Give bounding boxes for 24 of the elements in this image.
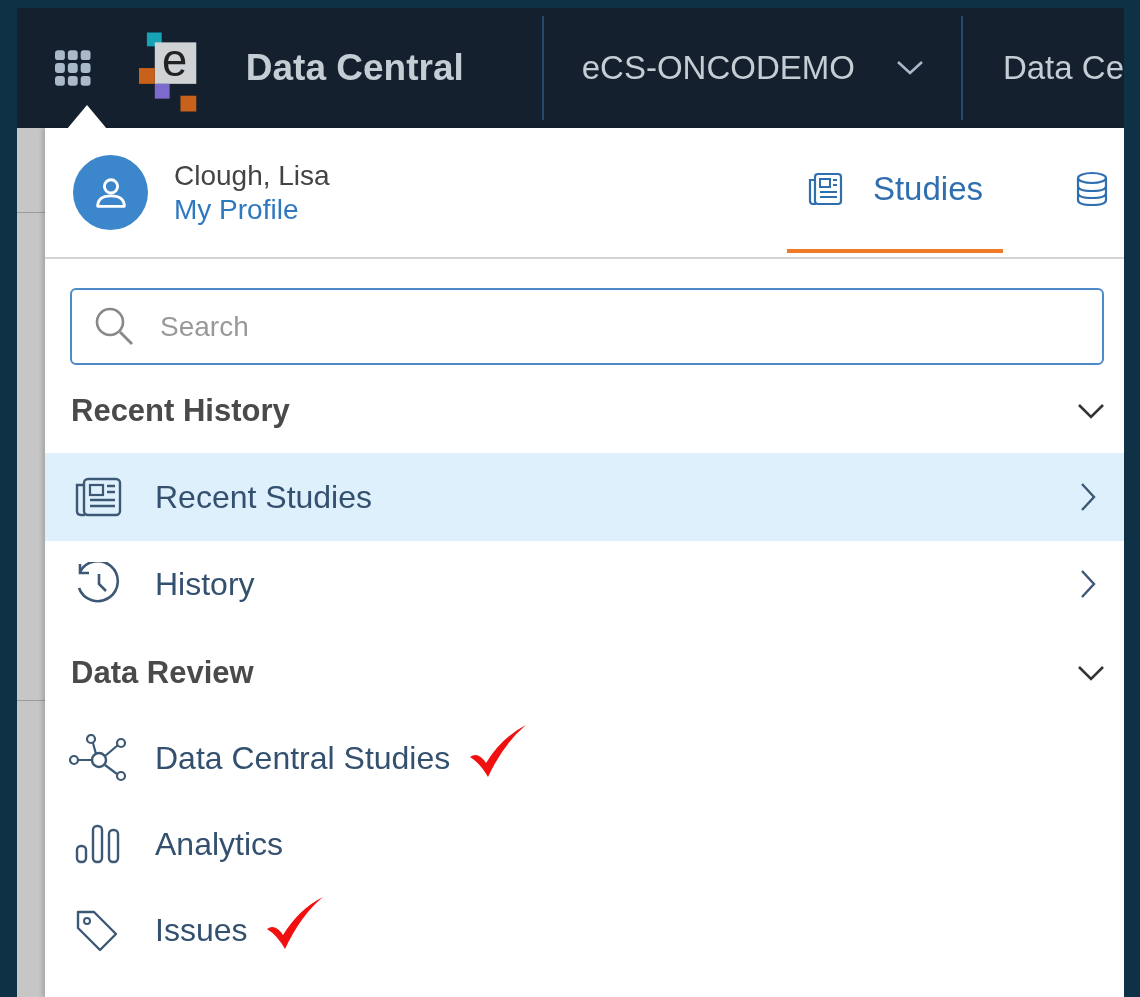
newspaper-icon	[806, 171, 843, 206]
search-field[interactable]: Search	[70, 288, 1104, 365]
menu-item[interactable]: Data Central Studies	[45, 715, 1124, 801]
chevron-down-icon[interactable]	[1078, 665, 1104, 681]
section-title: Data Review	[71, 655, 254, 691]
menu-item[interactable]: Issues	[45, 887, 1124, 973]
menu-item[interactable]: Analytics	[45, 801, 1124, 887]
database-icon	[1075, 170, 1109, 207]
chevron-right-icon	[1080, 483, 1096, 511]
user-name: Clough, Lisa	[174, 159, 330, 192]
nav-item[interactable]: Data Ce	[1002, 49, 1124, 87]
network-icon	[69, 734, 127, 782]
chevron-right-icon	[1080, 570, 1096, 598]
search-icon	[94, 306, 134, 346]
app-grid-icon[interactable]	[55, 50, 91, 86]
menu-item[interactable]: Recent Studies	[45, 453, 1124, 541]
environment-dropdown[interactable]: eCS-ONCODEMO	[543, 8, 961, 128]
menu-item[interactable]: History	[45, 541, 1124, 627]
app-title: Data Central	[245, 47, 464, 89]
tab[interactable]: Studies	[786, 128, 1003, 253]
chevron-down-icon	[896, 61, 923, 75]
section-title: Recent History	[71, 393, 290, 429]
chevron-down-icon[interactable]	[1078, 403, 1104, 419]
my-profile-link[interactable]: My Profile	[174, 193, 330, 226]
